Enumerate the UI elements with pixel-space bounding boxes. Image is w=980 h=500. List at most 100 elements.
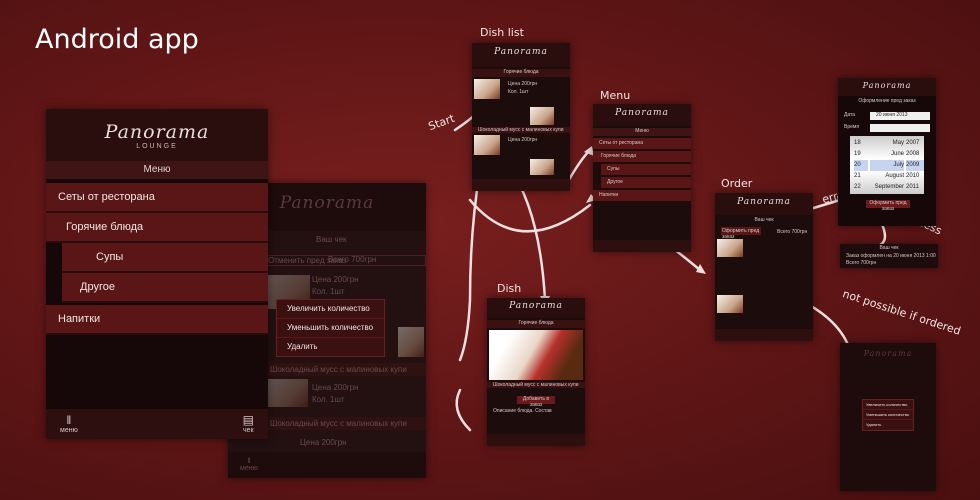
cancel-order-button[interactable]: Отменить пред заказ xyxy=(264,255,426,266)
time-input[interactable] xyxy=(870,124,930,132)
menu-item-other[interactable]: Другое xyxy=(62,273,268,303)
logo: Panorama xyxy=(509,301,563,311)
order-label: Order xyxy=(721,177,753,190)
menu-item-hot[interactable]: Горячие блюда xyxy=(46,213,268,243)
success-screen: Ваш чек Заказ оформлен на 20 июня 2013 1… xyxy=(840,244,938,268)
order-screen: Panorama Ваш чек Оформить пред заказ Все… xyxy=(715,193,813,341)
menu-decrease[interactable]: Уменьшить количество xyxy=(277,319,384,338)
order-date-value: 20 июня 2013 1:00 xyxy=(893,253,936,259)
dish-thumb[interactable] xyxy=(717,295,743,313)
month-wheel[interactable]: May June July August September xyxy=(870,138,904,193)
price: Цена 200грн xyxy=(312,383,359,392)
check-title: Ваш чек xyxy=(754,217,774,223)
menu-item-soups[interactable]: Супы xyxy=(62,243,268,273)
menu-increase[interactable]: Увеличить количество xyxy=(863,400,913,410)
year: 2007 xyxy=(906,140,920,146)
year: 2008 xyxy=(906,151,920,157)
qty: Кол. 1шт xyxy=(312,287,345,296)
date-title: Оформление пред заказ xyxy=(858,98,916,104)
dish-thumb xyxy=(268,379,308,407)
logo-sub: LOUNGE xyxy=(136,143,178,150)
footer-menu-label: меню xyxy=(60,427,78,434)
dish-list-screen: Panorama Горячие блюда Цена 200грн Кол. … xyxy=(472,43,570,191)
menu-label: Menu xyxy=(600,89,631,102)
menu-item-hot[interactable]: Горячие блюда xyxy=(593,151,691,162)
dish-name: Шоколадный мусс с малиновых купи xyxy=(472,127,570,133)
year: 2010 xyxy=(906,173,920,179)
menu-item-drinks[interactable]: Напитки xyxy=(46,305,268,335)
footer xyxy=(715,329,813,341)
date-wheel[interactable]: 18 19 20 21 22 May June July August Sept… xyxy=(850,136,924,194)
year: 2011 xyxy=(906,184,919,190)
dish-label: Dish xyxy=(497,282,522,295)
menu-item-sets[interactable]: Сеты от ресторана xyxy=(46,183,268,213)
menu-item-drinks[interactable]: Напитки xyxy=(593,190,691,201)
main-menu-screen: Panorama LOUNGE Меню Сеты от ресторана Г… xyxy=(46,109,268,439)
dish-thumb xyxy=(398,327,424,357)
menu-item-soups[interactable]: Супы xyxy=(601,164,691,175)
footer xyxy=(472,179,570,191)
dish-name: Шоколадный мусс с малиновых купи xyxy=(487,382,585,388)
category: Горячие блюда xyxy=(472,69,570,77)
price: Цена 200грн xyxy=(300,438,347,447)
context-menu: Увеличить количество Уменьшить количеств… xyxy=(862,399,914,431)
menu-delete[interactable]: Удалить xyxy=(277,338,384,356)
footer-check-label: чек xyxy=(243,427,254,434)
blocked-screen: Panorama Увеличить количество Уменьшить … xyxy=(840,343,936,491)
price: Цена 200грн xyxy=(508,81,538,87)
menu-increase[interactable]: Увеличить количество xyxy=(277,300,384,319)
qty: Кол. 1шт xyxy=(508,89,529,95)
logo: Panorama xyxy=(104,121,210,143)
logo: Panorama xyxy=(615,108,669,118)
dish-thumb[interactable] xyxy=(530,159,554,175)
menu-item-sets[interactable]: Сеты от ресторана xyxy=(593,138,691,149)
fork-knife-icon[interactable]: ǁ меню xyxy=(60,413,78,434)
menu-header: Меню xyxy=(593,128,691,136)
menu-delete[interactable]: Удалить xyxy=(863,420,913,429)
month: June xyxy=(890,151,904,157)
check-title: Ваш чек xyxy=(879,245,899,251)
logo: Panorama xyxy=(494,47,548,57)
month: September xyxy=(874,184,904,190)
dish-list-label: Dish list xyxy=(480,26,524,39)
total: Всего 700грн xyxy=(777,229,808,235)
cancel-order-button[interactable]: Оформить пред заказ xyxy=(721,227,761,240)
add-to-order-button[interactable]: Добавить в заказ xyxy=(517,396,555,408)
date-picker-screen: Panorama Оформление пред заказ Дата 20 и… xyxy=(838,78,936,226)
day: 19 xyxy=(854,151,861,157)
bottom-bar: ǁ меню ▤ чек xyxy=(46,409,268,439)
year: 2009 xyxy=(906,160,924,171)
receipt-icon[interactable]: ▤ чек xyxy=(243,413,254,434)
context-menu: Увеличить количество Уменьшить количеств… xyxy=(276,299,385,357)
submit-preorder-button[interactable]: Оформить пред заказ xyxy=(866,200,910,212)
dish-thumb[interactable] xyxy=(474,79,500,99)
dish-screen: Panorama Горячие блюда Шоколадный мусс с… xyxy=(487,298,585,446)
dish-photo xyxy=(489,330,583,380)
dish-thumb[interactable] xyxy=(474,135,500,155)
day-wheel[interactable]: 18 19 20 21 22 xyxy=(854,138,868,193)
check-title: Ваш чек xyxy=(316,235,347,244)
year-wheel[interactable]: 2007 2008 2009 2010 2011 xyxy=(906,138,924,193)
day: 20 xyxy=(854,160,868,171)
order-date: Заказ оформлен на 20 июня 2013 1:00 xyxy=(840,253,938,259)
dish-thumb[interactable] xyxy=(530,107,554,125)
qty: Кол. 1шт xyxy=(312,395,345,404)
menu-decrease[interactable]: Уменьшить количество xyxy=(863,410,913,420)
menu-screen: Panorama Меню Сеты от ресторана Горячие … xyxy=(593,104,691,252)
dish-name: Шоколадный мусс с малиновых купи xyxy=(268,417,426,430)
logo: Panorama xyxy=(737,197,791,207)
fork-knife-icon[interactable]: ǁ меню xyxy=(240,458,258,472)
price: Цена 200грн xyxy=(312,275,359,284)
price: Цена 200грн xyxy=(508,137,538,143)
date-input[interactable]: 20 июня 2013 xyxy=(870,112,930,120)
footer xyxy=(487,434,585,446)
month: August xyxy=(885,173,904,179)
day: 18 xyxy=(854,140,861,146)
day: 21 xyxy=(854,173,861,179)
menu-item-other[interactable]: Другое xyxy=(601,177,691,188)
dish-thumb[interactable] xyxy=(717,239,743,257)
dish-description: Описание блюда. Состав xyxy=(493,408,552,414)
dish-name: Шоколадный мусс с малиновых купи xyxy=(268,363,426,376)
app-header: Panorama LOUNGE xyxy=(46,109,268,161)
month: May xyxy=(892,140,904,146)
